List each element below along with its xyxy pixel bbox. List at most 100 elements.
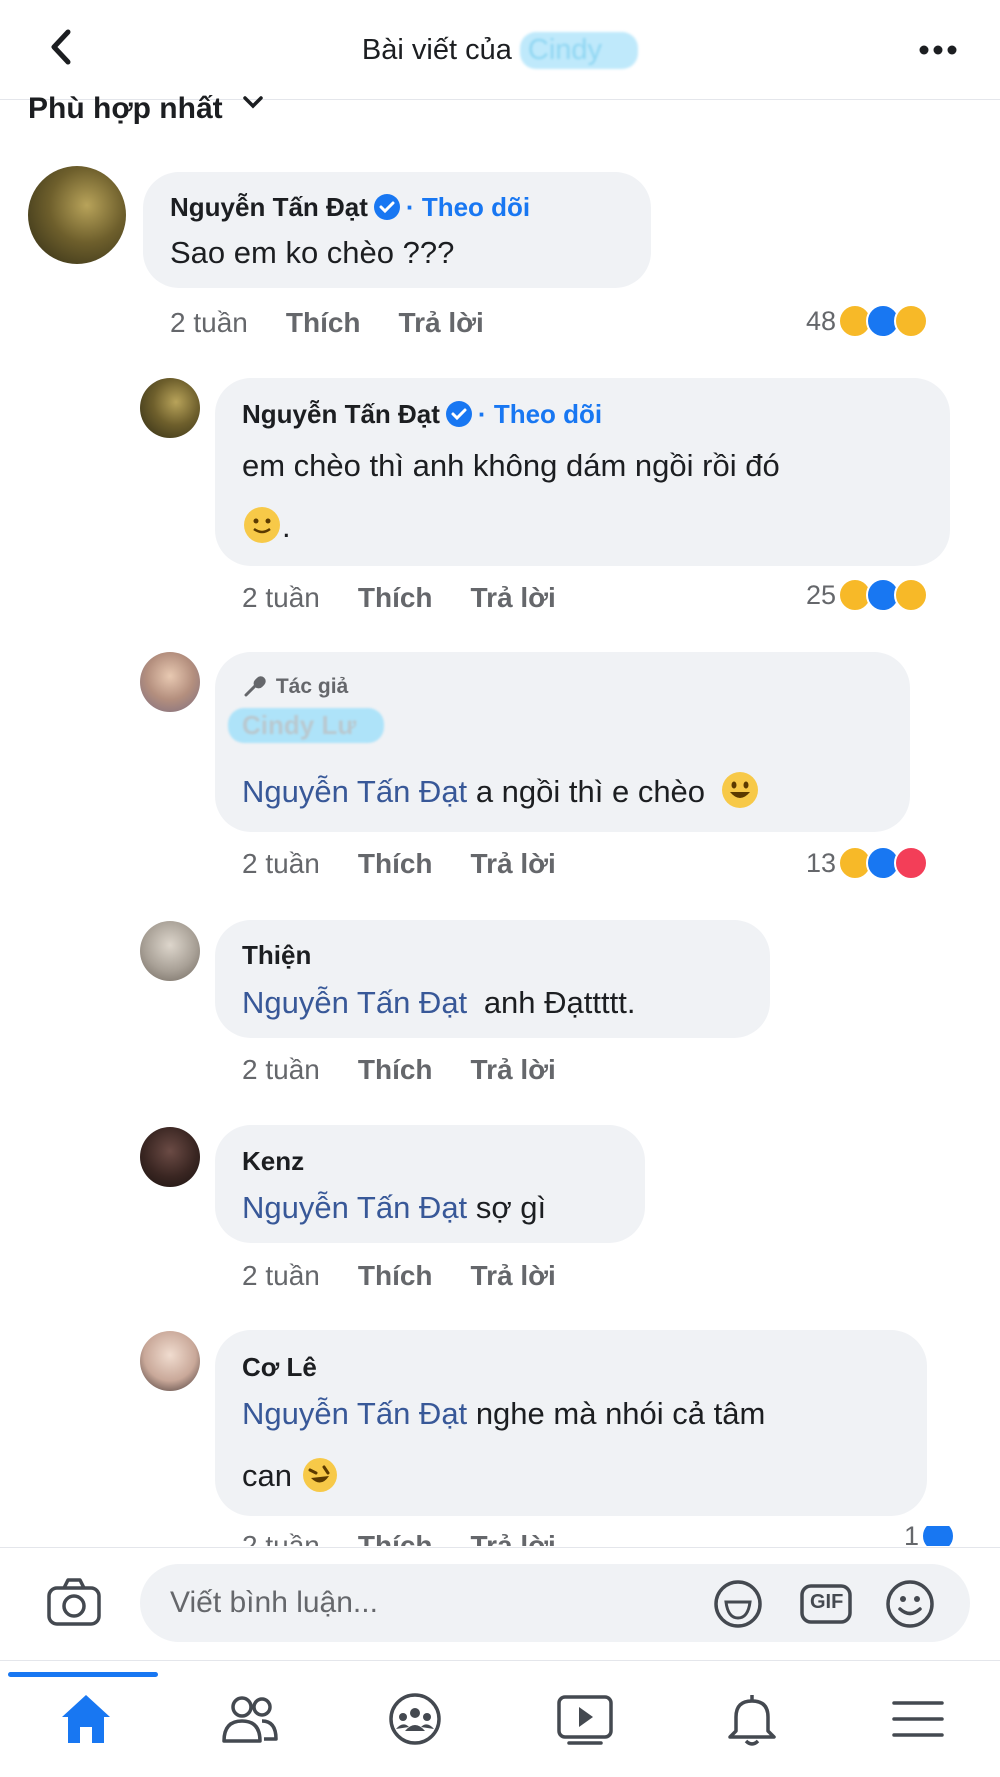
home-icon [62,1695,110,1743]
author-name: Cindy Lư [242,710,357,740]
reaction-summary[interactable]: 1 [904,1526,956,1546]
reply-button[interactable]: Trả lời [471,848,556,880]
chevron-down-icon [243,96,263,109]
tab-watch[interactable] [515,1661,655,1777]
comment-author[interactable]: Thiện [242,940,311,971]
more-options-button[interactable] [912,30,964,70]
comment-meta: 2 tuần Thích Trả lời [170,307,522,339]
mention-link[interactable]: Nguyễn Tấn Đạt [242,1396,467,1431]
like-button[interactable]: Thích [358,1260,433,1292]
camera-button[interactable] [44,1574,104,1630]
gif-label: GIF [810,1591,844,1613]
sticker-button[interactable] [712,1578,764,1630]
comment-meta: 2 tuần Thích Trả lời [242,1260,594,1292]
comment-author[interactable]: Cindy Lư [228,708,385,743]
sticker-icon [714,1580,762,1628]
like-button[interactable]: Thích [358,1054,433,1086]
bell-icon [728,1695,776,1746]
comment-meta: 2 tuần Thích Trả lời [242,848,594,880]
comment-author[interactable]: Nguyễn Tấn Đạt · Theo dõi [170,192,530,223]
follow-label: Theo dõi [493,399,603,429]
author-name: Cơ Lê [242,1352,317,1382]
follow-label: Theo dõi [421,192,531,222]
sort-label: Phù hợp nhất [28,92,223,125]
comment-time: 2 tuần [242,582,320,613]
comment-time: 2 tuần [170,307,248,338]
comment-text: Nguyễn Tấn Đạt sợ gì [242,1190,546,1226]
comment-body-end: can [242,1458,292,1493]
author-name: Thiện [242,940,312,970]
comment-author[interactable]: Nguyễn Tấn Đạt · Theo dõi [242,399,602,430]
bottom-navigation [0,1660,1000,1777]
gif-button[interactable]: GIF [798,1578,852,1630]
reaction-count: 1 [904,1526,920,1546]
like-button[interactable]: Thích [358,1530,433,1546]
avatar[interactable] [140,1331,200,1391]
comment-meta: 2 tuần Thích Trả lời [242,582,594,614]
tab-groups[interactable] [345,1661,485,1777]
video-play-icon [557,1695,613,1745]
emoji-button[interactable] [884,1578,936,1630]
more-dots-icon [919,45,957,55]
grin-emoji-icon [721,772,758,808]
follow-link[interactable]: · Theo dõi [478,399,602,429]
rofl-emoji-icon [302,1458,337,1492]
mention-link[interactable]: Nguyễn Tấn Đạt [242,774,467,809]
tab-notifications[interactable] [682,1661,822,1777]
comment-author[interactable]: Kenz [242,1146,304,1177]
avatar[interactable] [140,921,200,981]
comment-time: 2 tuần [242,1530,320,1546]
mention-link[interactable]: Nguyễn Tấn Đạt [242,985,467,1020]
avatar[interactable] [28,166,126,264]
comment-text: Nguyễn Tấn Đạt anh Đạttttt. [242,985,635,1021]
comment-text-line2: can [242,1456,339,1494]
tab-home[interactable] [16,1661,156,1777]
avatar[interactable] [140,378,200,438]
tab-friends[interactable] [180,1661,320,1777]
author-tag-label: Tác giả [275,675,349,698]
mention-link[interactable]: Nguyễn Tấn Đạt [242,1190,467,1225]
reaction-summary[interactable]: 13 [806,846,929,880]
reply-button[interactable]: Trả lời [471,1260,556,1292]
smile-emoji-icon [244,507,280,543]
like-button[interactable]: Thích [358,582,433,614]
comment-author[interactable]: Cơ Lê [242,1352,317,1383]
like-button[interactable]: Thích [358,848,433,880]
reply-button[interactable]: Trả lời [399,307,484,339]
hamburger-menu-icon [892,1701,944,1737]
like-reaction-icon [921,1526,956,1546]
friends-icon [222,1696,278,1743]
comment-text: Nguyễn Tấn Đạt nghe mà nhói cả tâm [242,1396,765,1432]
sort-dropdown[interactable]: Phù hợp nhất [28,92,265,132]
reaction-count: 25 [806,579,837,610]
comment-time: 2 tuần [242,1260,320,1291]
comment-body: anh Đạttttt. [483,985,636,1020]
reply-button[interactable]: Trả lời [471,1530,556,1546]
comments-screen: Bài viết của Cindy Phù hợp nhất Nguyễn T… [0,0,1000,1777]
reaction-summary[interactable]: 48 [806,304,929,338]
comment-body: nghe mà nhói cả tâm [475,1396,766,1431]
reply-button[interactable]: Trả lời [471,1054,556,1086]
author-tag: Tác giả [242,673,348,699]
avatar[interactable] [140,652,200,712]
reply-button[interactable]: Trả lời [471,582,556,614]
comment-text: Sao em ko chèo ??? [170,235,455,270]
follow-link[interactable]: · Theo dõi [406,192,530,222]
top-bar: Bài viết của Cindy [0,0,1000,100]
comment-text: em chèo thì anh không dám ngồi rồi đó [242,448,780,483]
sad-reaction-icon [894,304,929,338]
comment-text-line2: . [242,505,291,545]
post-author-name: Cindy [519,32,639,69]
tab-menu[interactable] [848,1661,988,1777]
comment-time: 2 tuần [242,848,320,879]
reaction-summary[interactable]: 25 [806,578,929,612]
like-button[interactable]: Thích [286,307,361,339]
comment-text: Nguyễn Tấn Đạt a ngồi thì e chèo [242,770,760,810]
sad-reaction-icon [894,578,929,612]
comment-time: 2 tuần [242,1054,320,1085]
page-title: Bài viết của Cindy [0,32,1000,69]
emoji-icon [886,1580,934,1628]
comment-meta: 2 tuần Thích Trả lời [242,1530,594,1546]
avatar[interactable] [140,1127,200,1187]
reaction-count: 13 [806,847,837,878]
